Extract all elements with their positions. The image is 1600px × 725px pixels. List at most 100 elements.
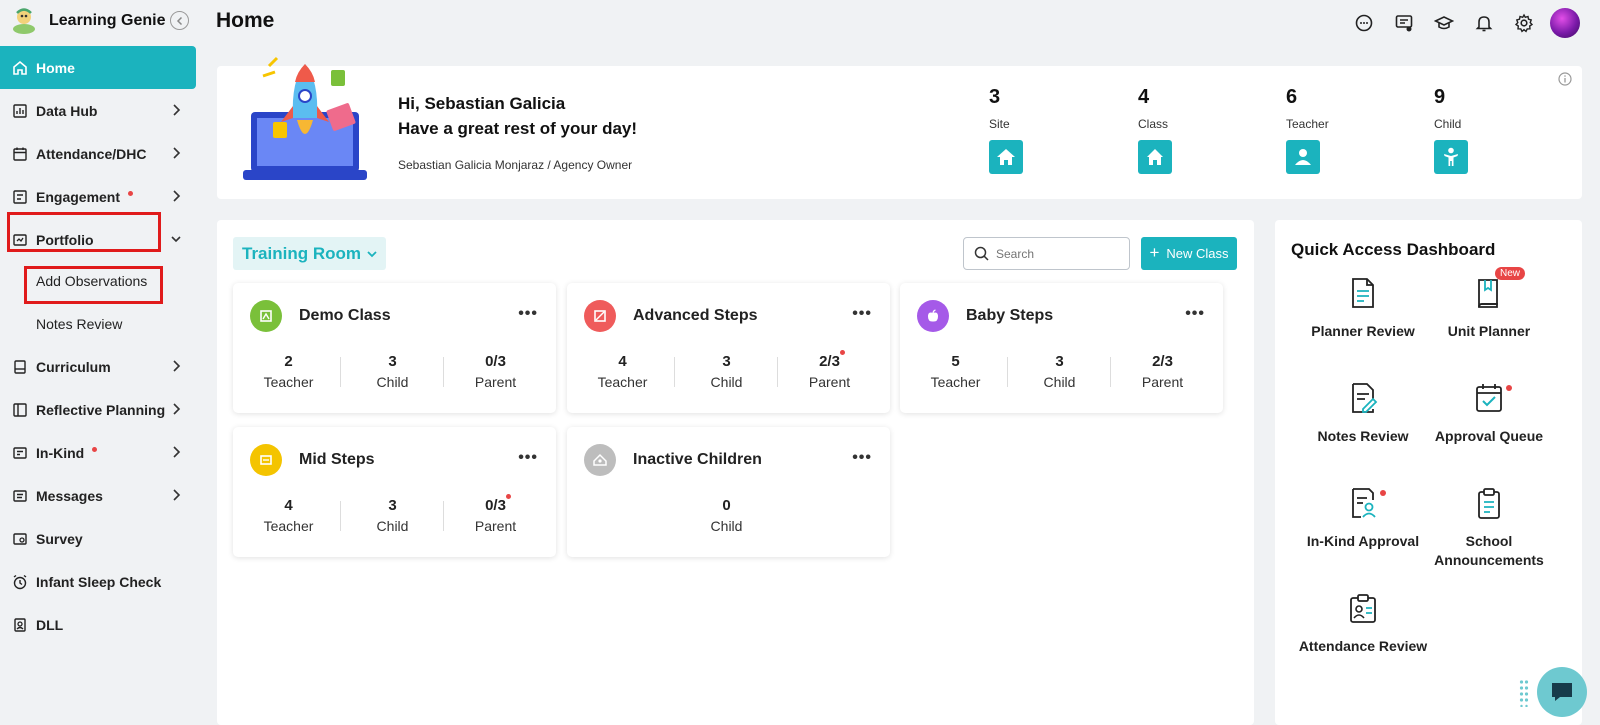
sidebar-subitem-notes-review[interactable]: Notes Review [36, 316, 122, 332]
qa-unit-planner[interactable]: New Unit Planner [1419, 267, 1559, 341]
sidebar-item-label: Survey [36, 530, 83, 547]
more-options-icon[interactable]: ••• [518, 305, 538, 323]
top-toolbar [1344, 6, 1580, 40]
stat-child: 9 Child [1434, 86, 1514, 174]
feedback-icon[interactable] [1384, 6, 1424, 40]
sidebar-item-curriculum[interactable]: Curriculum [0, 345, 196, 388]
more-options-icon[interactable]: ••• [852, 305, 872, 323]
notes-review-icon [1347, 381, 1379, 415]
class-card-baby-steps[interactable]: Baby Steps ••• 5 Teacher 3 Child 2/3 Parent [900, 283, 1223, 413]
class-name: Mid Steps [299, 451, 375, 468]
more-options-icon[interactable]: ••• [1185, 305, 1205, 323]
info-icon[interactable] [1558, 72, 1572, 86]
teacher-count: 2 Teacher [263, 353, 314, 390]
qa-approval-queue[interactable]: Approval Queue [1419, 381, 1559, 446]
avatar[interactable] [1550, 8, 1580, 38]
dll-icon [12, 617, 28, 633]
teacher-count: 4 Teacher [597, 353, 648, 390]
chat-bubble-icon[interactable] [1344, 6, 1384, 40]
unit-planner-icon: New [1473, 267, 1526, 310]
chevron-right-icon [170, 103, 182, 117]
chevron-right-icon [170, 189, 182, 203]
sidebar-item-label: Messages [36, 487, 103, 504]
stat-class: 4 Class [1138, 86, 1218, 174]
class-avatar-icon [584, 300, 616, 332]
stat-value: 9 [1434, 86, 1446, 108]
qa-notes-review[interactable]: Notes Review [1293, 381, 1433, 446]
apple-icon [917, 300, 949, 332]
welcome-card: Hi, Sebastian Galicia Have a great rest … [217, 56, 1582, 199]
class-avatar-icon [250, 300, 282, 332]
new-class-button[interactable]: + New Class [1141, 237, 1237, 270]
parent-count: 2/3 Parent [1141, 353, 1184, 390]
stat-teacher: 6 Teacher [1286, 86, 1366, 174]
more-options-icon[interactable]: ••• [518, 449, 538, 467]
school-icon [989, 140, 1023, 174]
sidebar-item-label: DLL [36, 616, 64, 633]
sidebar: Learning Genie Home Data Hub Attendance/… [0, 0, 197, 725]
in-kind-icon [12, 445, 28, 461]
alarm-clock-icon [12, 574, 28, 590]
class-name: Inactive Children [633, 451, 762, 468]
qa-label: Notes Review [1317, 428, 1409, 444]
sidebar-item-reflective-planning[interactable]: Reflective Planning [0, 388, 196, 431]
sidebar-item-messages[interactable]: Messages [0, 474, 196, 517]
inactive-class-icon [584, 444, 616, 476]
sidebar-item-attendance[interactable]: Attendance/DHC [0, 132, 196, 175]
new-badge: New [1495, 267, 1526, 280]
qa-label: In-Kind Approval [1306, 533, 1420, 549]
sidebar-item-dll[interactable]: DLL [0, 603, 196, 646]
sidebar-item-label: Data Hub [36, 102, 98, 119]
qa-in-kind-approval[interactable]: In-Kind Approval [1293, 486, 1433, 551]
child-icon [1434, 140, 1468, 174]
greeting-line-2: Have a great rest of your day! [398, 119, 638, 138]
stat-value: 3 [989, 86, 1001, 108]
qa-attendance-review[interactable]: Attendance Review [1293, 591, 1433, 656]
chat-support-button[interactable] [1537, 667, 1587, 717]
notification-dot [839, 350, 845, 355]
attendance-review-icon [1347, 591, 1379, 625]
class-card-mid-steps[interactable]: Mid Steps ••• 4 Teacher 3 Child 0/3 Parent [233, 427, 556, 557]
greeting-line-1: Hi, Sebastian Galicia [398, 94, 566, 113]
app-title: Learning Genie [49, 12, 166, 29]
more-options-icon[interactable]: ••• [852, 449, 872, 467]
sidebar-item-survey[interactable]: Survey [0, 517, 196, 560]
qa-planner-review[interactable]: Planner Review [1293, 276, 1433, 341]
planner-review-icon [1347, 276, 1379, 310]
child-count: 3 Child [710, 353, 743, 390]
sidebar-item-data-hub[interactable]: Data Hub [0, 89, 196, 132]
class-card-demo-class[interactable]: Demo Class ••• 2 Teacher 3 Child 0/3 Parent [233, 283, 556, 413]
room-dropdown[interactable]: Training Room [233, 237, 386, 270]
child-count: 0 Child [710, 497, 743, 534]
chevron-right-icon [170, 445, 182, 459]
class-card-inactive-children[interactable]: Inactive Children ••• 0 Child [567, 427, 890, 557]
sidebar-item-in-kind[interactable]: In-Kind [0, 431, 196, 474]
plus-icon: + [1149, 242, 1160, 262]
notification-dot [1506, 385, 1512, 391]
bell-icon[interactable] [1464, 6, 1504, 40]
quick-access-title: Quick Access Dashboard [1291, 240, 1496, 259]
sidebar-item-label: Engagement [36, 188, 121, 205]
book-icon [12, 359, 28, 375]
greeting: Hi, Sebastian Galicia Have a great rest … [398, 91, 637, 141]
sidebar-item-home[interactable]: Home [0, 46, 196, 89]
class-card-advanced-steps[interactable]: Advanced Steps ••• 4 Teacher 3 Child 2/3 Pa… [567, 283, 890, 413]
quick-access-panel: Quick Access Dashboard Planner Review Ne… [1275, 220, 1582, 725]
graduation-cap-icon[interactable] [1424, 6, 1464, 40]
chevron-right-icon [170, 359, 182, 373]
qa-school-announcements[interactable]: School Announcements [1419, 486, 1559, 570]
gear-icon[interactable] [1504, 6, 1544, 40]
sidebar-item-infant-sleep-check[interactable]: Infant Sleep Check [0, 560, 196, 603]
rocket-illustration [243, 56, 367, 182]
user-role: Sebastian Galicia Monjaraz / Agency Owne… [398, 158, 633, 172]
search-input[interactable] [996, 246, 1116, 261]
search-box [963, 237, 1130, 270]
home-icon [12, 60, 28, 76]
search-icon [974, 246, 989, 261]
parent-count: 0/3 Parent [474, 353, 517, 390]
stat-label: Class [1138, 117, 1169, 131]
chevron-down-icon [366, 248, 378, 260]
learning-genie-logo [10, 7, 38, 35]
drag-handle-icon[interactable] [1519, 679, 1529, 708]
collapse-sidebar-button[interactable] [170, 11, 189, 30]
